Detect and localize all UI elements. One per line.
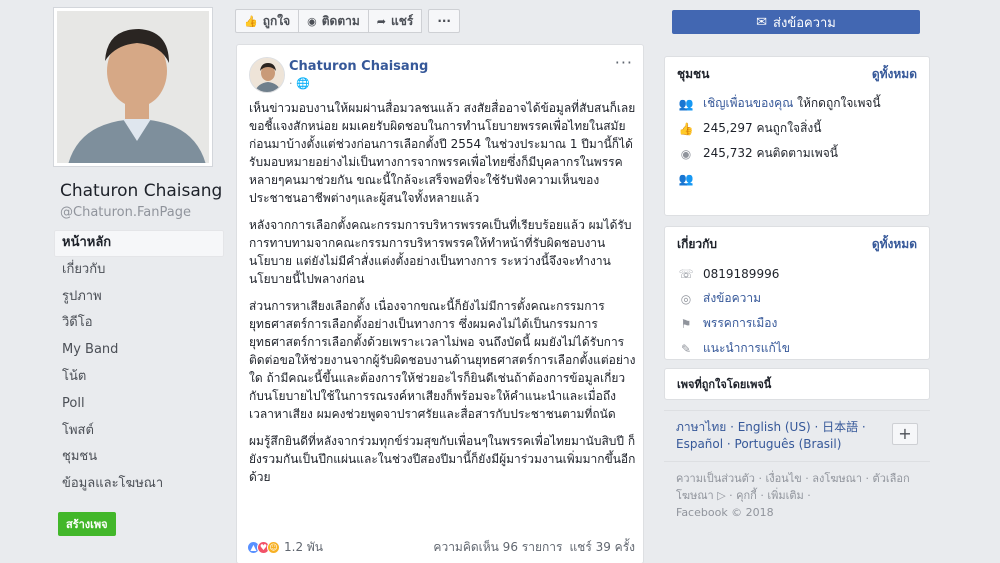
- author-avatar-icon: [250, 58, 284, 92]
- page-action-bar: 👍 ถูกใจ ◉ ติดตาม ➦ แชร์ ···: [235, 9, 460, 34]
- language-selector: ภาษาไทย · English (US) · 日本語 · Español ·…: [664, 410, 930, 462]
- community-title: ชุมชน: [677, 66, 710, 81]
- share-button[interactable]: ➦ แชร์: [368, 9, 423, 33]
- nav-item-info-ads[interactable]: ข้อมูลและโฆษณา: [54, 471, 224, 498]
- about-header: เกี่ยวกับ ดูทั้งหมด: [665, 227, 929, 261]
- category-row: ⚑ พรรคการเมือง: [665, 311, 929, 336]
- thumbs-up-icon: 👍: [244, 14, 258, 28]
- profile-photo-icon: [57, 11, 209, 163]
- post-options-button[interactable]: ···: [615, 53, 633, 72]
- nav-item-photos[interactable]: รูปภาพ: [54, 284, 224, 311]
- page-handle: @Chaturon.FanPage: [60, 205, 191, 220]
- like-label: ถูกใจ: [262, 13, 291, 28]
- send-message-label: ส่งข้อความ: [773, 15, 836, 31]
- copyright: Facebook © 2018: [676, 506, 774, 519]
- phone-icon: ☏: [678, 266, 694, 281]
- nav-item-poll[interactable]: Poll: [54, 391, 224, 418]
- invite-friends-link[interactable]: เชิญเพื่อนของคุณ: [703, 96, 793, 110]
- create-page-button[interactable]: สร้างเพจ: [58, 511, 116, 536]
- reactions-summary[interactable]: ▲ ♥ ☺ 1.2 พัน: [247, 538, 323, 557]
- post-card: Chaturon Chaisang · 🌐 ··· เห็นข่าวมอบงาน…: [236, 44, 644, 563]
- language-links[interactable]: ภาษาไทย · English (US) · 日本語 · Español ·…: [676, 419, 876, 453]
- phone-number[interactable]: 0819189996: [703, 267, 779, 281]
- about-send-message-link[interactable]: ส่งข้อความ: [703, 289, 761, 308]
- liked-pages-header: เพจที่ถูกใจโดยเพจนี้: [665, 369, 929, 399]
- like-page-button[interactable]: 👍 ถูกใจ: [235, 9, 300, 33]
- about-see-all-link[interactable]: ดูทั้งหมด: [872, 235, 917, 254]
- community-see-all-link[interactable]: ดูทั้งหมด: [872, 65, 917, 84]
- thumbs-up-icon: 👍: [678, 121, 694, 136]
- post-author[interactable]: Chaturon Chaisang: [289, 59, 428, 74]
- nav-item-posts[interactable]: โพสต์: [54, 418, 224, 445]
- more-button[interactable]: ···: [428, 9, 460, 33]
- nav-item-videos[interactable]: วิดีโอ: [54, 310, 224, 337]
- people-icon: 👥: [678, 96, 694, 111]
- footer-link-list[interactable]: ความเป็นส่วนตัว · เงื่อนไข · ลงโฆษณา · ต…: [676, 470, 926, 504]
- post-stats: ความคิดเห็น 96 รายการ แชร์ 39 ครั้ง: [433, 538, 635, 557]
- post-paragraph: หลังจากการเลือกตั้งคณะกรรมการบริหารพรรคเ…: [249, 218, 632, 286]
- suggest-edit-link[interactable]: แนะนำการแก้ไข: [703, 339, 790, 358]
- friends-row: 👥: [665, 166, 929, 191]
- footer-links: ความเป็นส่วนตัว · เงื่อนไข · ลงโฆษณา · ต…: [676, 470, 926, 521]
- invite-friends-text: ให้กดถูกใจเพจนี้: [793, 96, 881, 110]
- follows-row: ◉ 245,732 คนติดตามเพจนี้: [665, 141, 929, 166]
- phone-row: ☏ 0819189996: [665, 261, 929, 286]
- about-title: เกี่ยวกับ: [677, 236, 718, 251]
- post-footer: ▲ ♥ ☺ 1.2 พัน ความคิดเห็น 96 รายการ แชร์…: [247, 537, 635, 557]
- messenger-icon: ✉: [756, 14, 768, 30]
- post-text: เห็นข่าวมอบงานให้ผมผ่านสื่อมวลชนแล้ว สงส…: [249, 99, 637, 495]
- post-paragraph: ผมรู้สึกยินดีที่หลังจากร่วมทุกข์ร่วมสุขก…: [249, 434, 636, 484]
- left-column: Chaturon Chaisang @Chaturon.FanPage หน้า…: [54, 8, 224, 536]
- comment-count[interactable]: ความคิดเห็น 96 รายการ: [433, 538, 562, 557]
- follow-button[interactable]: ◉ ติดตาม: [299, 9, 369, 33]
- add-language-button[interactable]: +: [892, 423, 918, 445]
- rss-icon: ◉: [680, 146, 692, 161]
- message-row: ◎ ส่งข้อความ: [665, 286, 929, 311]
- nav-item-about[interactable]: เกี่ยวกับ: [54, 257, 224, 284]
- author-avatar[interactable]: [249, 57, 285, 93]
- nav-item-my-band[interactable]: My Band: [54, 337, 224, 364]
- follows-count: 245,732 คนติดตามเพจนี้: [703, 146, 838, 160]
- nav-item-home[interactable]: หน้าหลัก: [54, 230, 224, 257]
- profile-picture[interactable]: [54, 8, 212, 166]
- post-paragraph: เห็นข่าวมอบงานให้ผมผ่านสื่อมวลชนแล้ว สงส…: [249, 101, 636, 205]
- community-header: ชุมชน ดูทั้งหมด: [665, 57, 929, 91]
- page-nav: หน้าหลัก เกี่ยวกับ รูปภาพ วิดีโอ My Band…: [54, 230, 224, 498]
- share-label: แชร์: [390, 13, 414, 28]
- likes-row: 👍 245,297 คนถูกใจสิ่งนี้: [665, 116, 929, 141]
- post-meta[interactable]: · 🌐: [289, 77, 310, 90]
- follow-label: ติดตาม: [321, 13, 360, 28]
- nav-item-notes[interactable]: โน้ต: [54, 364, 224, 391]
- share-count[interactable]: แชร์ 39 ครั้ง: [569, 538, 635, 557]
- page-name[interactable]: Chaturon Chaisang: [54, 180, 224, 203]
- liked-pages-title: เพจที่ถูกใจโดยเพจนี้: [677, 378, 772, 391]
- share-arrow-icon: ➦: [376, 14, 386, 28]
- about-card: เกี่ยวกับ ดูทั้งหมด ☏ 0819189996 ◎ ส่งข้…: [664, 226, 930, 360]
- liked-pages-card: เพจที่ถูกใจโดยเพจนี้: [664, 368, 930, 400]
- friends-icon: 👥: [678, 171, 694, 186]
- send-message-button[interactable]: ✉ ส่งข้อความ: [672, 10, 920, 34]
- invite-friends-row: 👥 เชิญเพื่อนของคุณ ให้กดถูกใจเพจนี้: [665, 91, 929, 116]
- rss-icon: ◉: [307, 14, 317, 28]
- nav-item-community[interactable]: ชุมชน: [54, 444, 224, 471]
- likes-count: 245,297 คนถูกใจสิ่งนี้: [703, 121, 822, 135]
- suggest-edit-row: ✎ แนะนำการแก้ไข: [665, 336, 929, 361]
- messenger-icon: ◎: [680, 291, 692, 306]
- reaction-count: 1.2 พัน: [284, 539, 324, 554]
- haha-reaction-icon: ☺: [267, 540, 280, 554]
- category-link[interactable]: พรรคการเมือง: [703, 314, 777, 333]
- pencil-icon: ✎: [680, 341, 692, 356]
- post-paragraph: ส่วนการหาเสียงเลือกตั้ง เนื่องจากขณะนี้ก…: [249, 299, 636, 421]
- flag-icon: ⚑: [680, 316, 692, 331]
- community-card: ชุมชน ดูทั้งหมด 👥 เชิญเพื่อนของคุณ ให้กด…: [664, 56, 930, 216]
